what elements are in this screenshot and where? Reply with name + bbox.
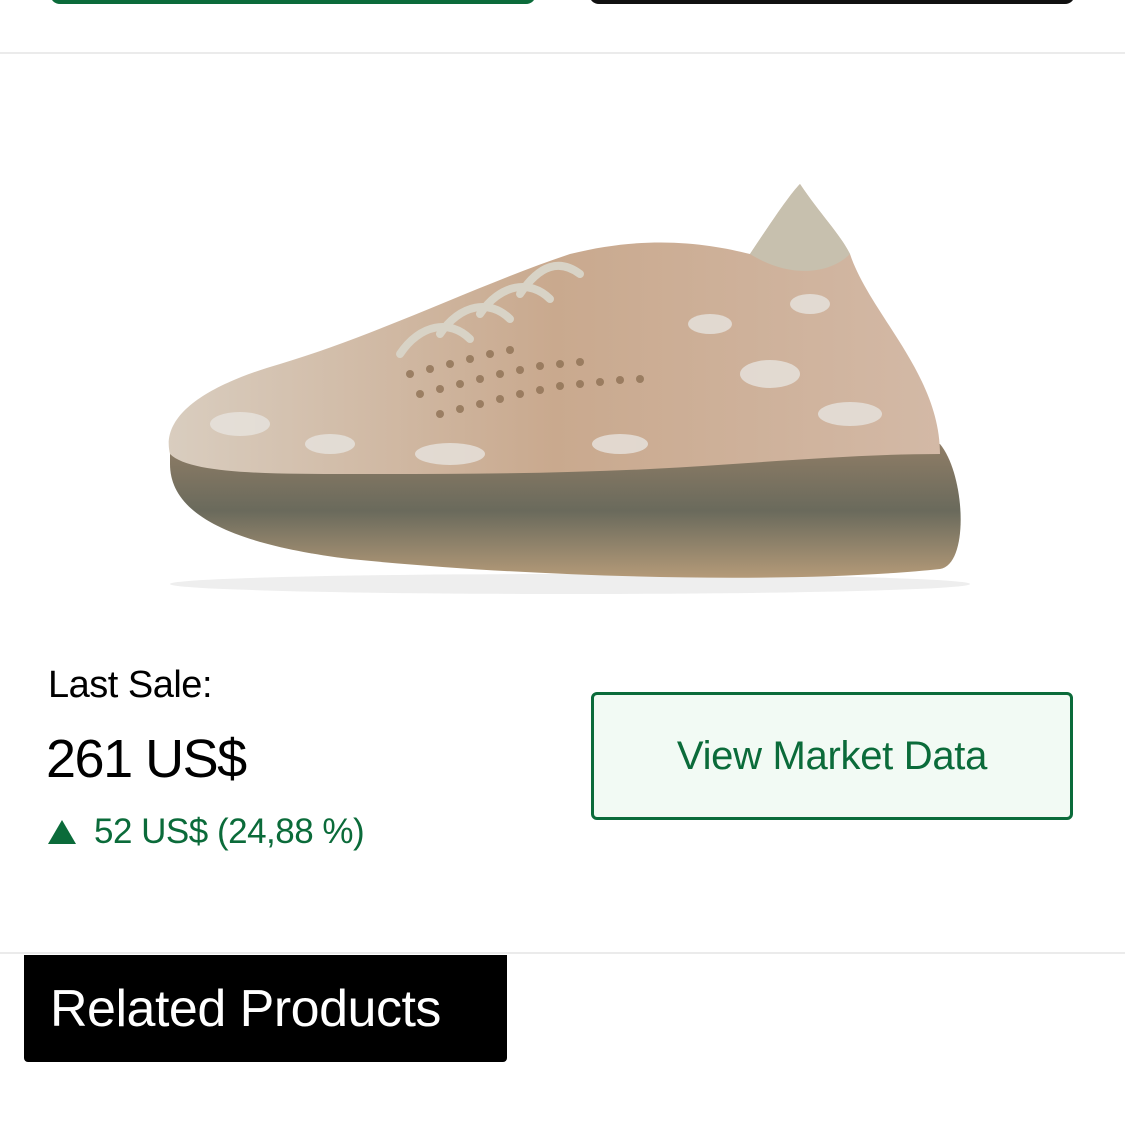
last-sale-label: Last Sale: [48,664,213,706]
divider [0,952,1125,954]
related-products-header: Related Products [24,955,507,1062]
last-sale-price: 261 US$ [46,729,247,789]
product-image [168,184,970,594]
sell-button[interactable] [589,0,1075,4]
price-change-text: 52 US$ (24,88 %) [94,812,365,851]
product-image-area [0,54,1125,654]
price-change: 52 US$ (24,88 %) [48,812,365,852]
triangle-up-icon [48,820,76,844]
view-market-data-button[interactable]: View Market Data [591,692,1073,820]
buy-button[interactable] [50,0,536,4]
